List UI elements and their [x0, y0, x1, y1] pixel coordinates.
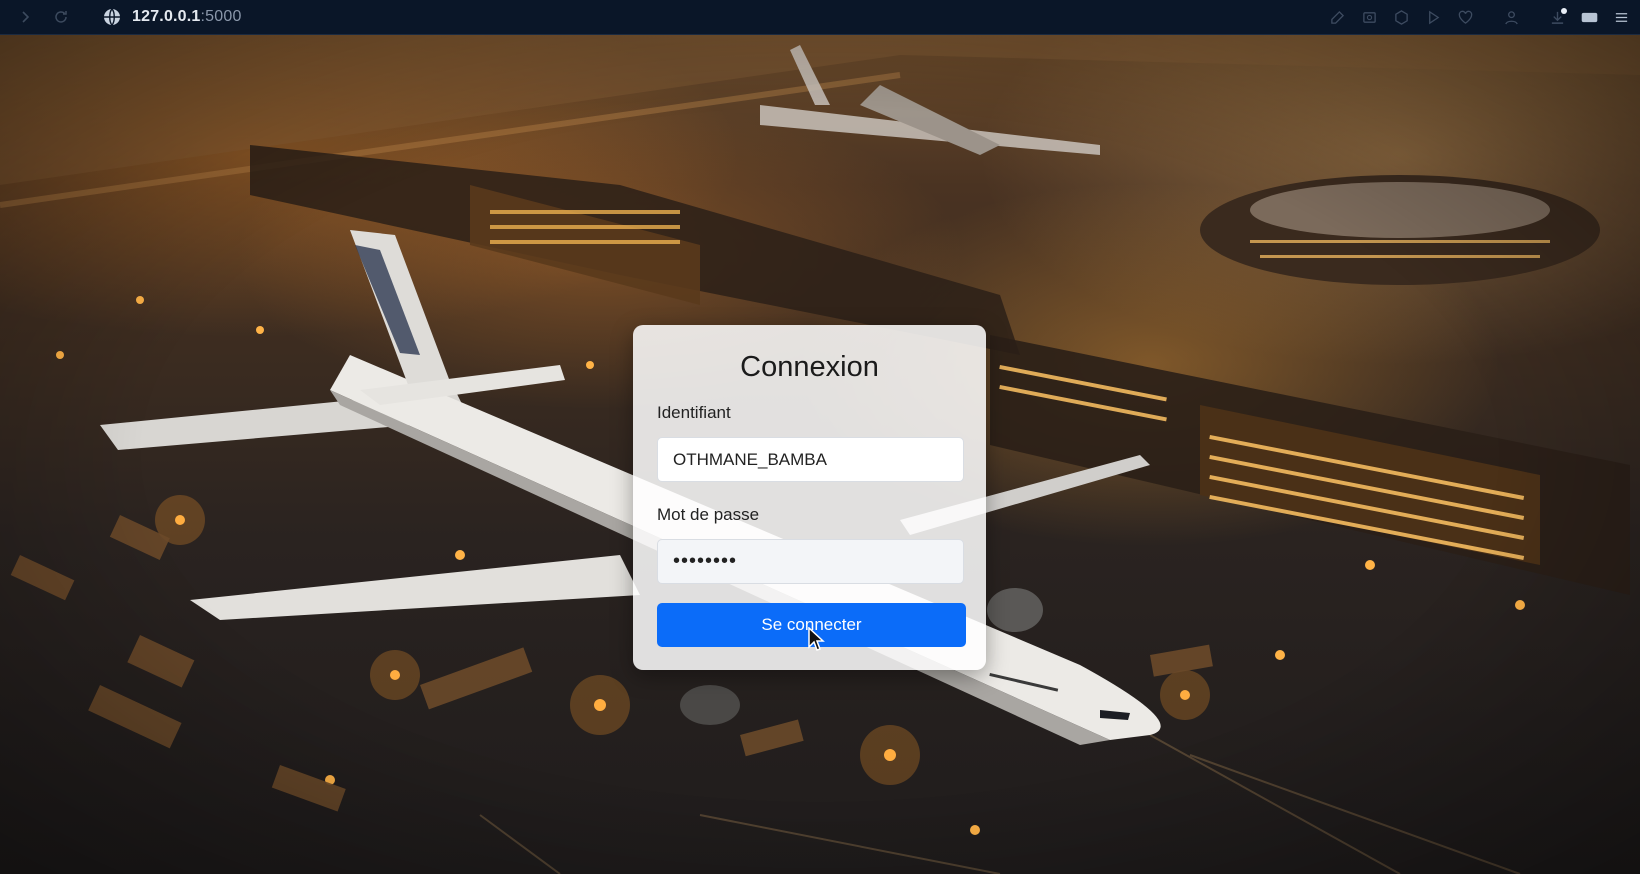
heart-icon[interactable] [1454, 7, 1476, 29]
address-bar[interactable]: 127.0.0.1:5000 [132, 8, 242, 26]
password-input[interactable]: •••••••• [657, 539, 964, 584]
url-host: 127.0.0.1 [132, 8, 201, 25]
login-card: Connexion Identifiant Mot de passe •••••… [633, 325, 986, 670]
edit-icon[interactable] [1326, 7, 1348, 29]
extension-icon[interactable] [1390, 7, 1412, 29]
battery-icon [1578, 7, 1600, 29]
reload-icon[interactable] [50, 6, 72, 28]
play-icon[interactable] [1422, 7, 1444, 29]
download-icon[interactable] [1546, 7, 1568, 29]
login-title: Connexion [740, 351, 879, 383]
image-icon[interactable] [1358, 7, 1380, 29]
download-badge [1561, 7, 1567, 14]
mouse-pointer-icon [808, 627, 825, 651]
globe-icon [102, 7, 122, 27]
password-label: Mot de passe [657, 505, 760, 524]
forward-icon[interactable] [14, 6, 36, 28]
browser-toolbar: 127.0.0.1:5000 [0, 0, 1640, 35]
username-label: Identifiant [657, 403, 731, 422]
menu-icon[interactable] [1610, 7, 1632, 29]
profile-icon[interactable] [1500, 7, 1522, 29]
url-port: :5000 [200, 8, 242, 25]
username-input[interactable] [657, 437, 964, 482]
toolbar-actions [1326, 0, 1632, 35]
